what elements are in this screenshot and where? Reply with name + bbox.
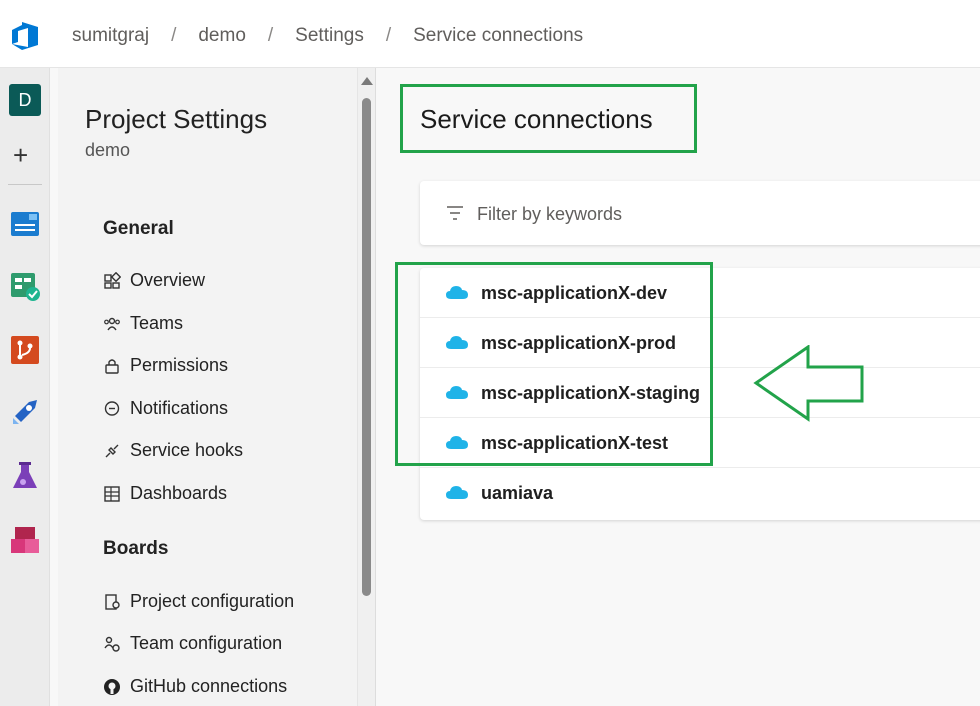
azure-devops-logo-icon[interactable] xyxy=(10,22,40,50)
nav-item-teams[interactable]: Teams xyxy=(103,313,183,334)
project-config-icon xyxy=(105,593,120,610)
nav-item-service-hooks[interactable]: Service hooks xyxy=(103,440,243,461)
nav-item-dashboards[interactable]: Dashboards xyxy=(103,483,227,504)
overview-icon[interactable] xyxy=(9,208,41,240)
general-heading: General xyxy=(103,218,174,239)
nav-item-label: Notifications xyxy=(130,398,229,418)
artifacts-icon[interactable] xyxy=(9,524,41,556)
left-arrow-annotation-icon xyxy=(753,345,864,422)
breadcrumb-project[interactable]: demo xyxy=(198,25,246,47)
nav-item-github-connections[interactable]: GitHub connections xyxy=(103,676,287,697)
nav-item-label: Service hooks xyxy=(130,440,244,460)
breadcrumb-separator: / xyxy=(385,25,392,46)
project-settings-sidebar: Project Settings demo General Overview T… xyxy=(58,68,358,706)
team-config-icon xyxy=(104,636,120,652)
nav-item-permissions[interactable]: Permissions xyxy=(103,355,228,376)
nav-item-overview[interactable]: Overview xyxy=(103,270,205,291)
nav-item-label: Dashboards xyxy=(130,483,228,503)
boards-icon[interactable] xyxy=(9,270,41,302)
breadcrumb-current[interactable]: Service connections xyxy=(413,25,583,47)
sidebar-scrollbar[interactable] xyxy=(358,68,376,706)
nav-item-notifications[interactable]: Notifications xyxy=(103,398,228,419)
chat-bubble-icon xyxy=(104,400,120,416)
pipelines-icon[interactable] xyxy=(9,396,41,428)
overview-icon xyxy=(104,271,121,289)
breadcrumb-settings[interactable]: Settings xyxy=(295,25,364,47)
nav-item-label: Teams xyxy=(130,313,184,333)
plug-icon xyxy=(105,444,119,457)
filter-input[interactable]: Filter by keywords xyxy=(477,204,622,225)
boards-heading: Boards xyxy=(103,538,169,559)
breadcrumb: sumitgraj / demo / Settings / Service co… xyxy=(72,25,583,47)
filter-bar[interactable]: Filter by keywords xyxy=(420,181,980,245)
connection-name: uamiava xyxy=(481,483,554,503)
nav-item-project-configuration[interactable]: Project configuration xyxy=(103,591,294,612)
nav-item-team-configuration[interactable]: Team configuration xyxy=(103,633,282,654)
nav-item-label: Overview xyxy=(130,270,206,290)
cloud-icon xyxy=(446,486,468,499)
project-avatar[interactable]: D xyxy=(9,84,41,116)
sidebar-subtitle: demo xyxy=(85,140,131,160)
breadcrumb-separator: / xyxy=(267,25,274,46)
repos-icon[interactable] xyxy=(9,334,41,366)
nav-item-label: Team configuration xyxy=(130,633,283,653)
scroll-up-icon[interactable] xyxy=(361,77,373,85)
dashboard-icon xyxy=(104,485,120,502)
top-bar: sumitgraj / demo / Settings / Service co… xyxy=(0,0,980,68)
nav-item-label: Project configuration xyxy=(130,591,295,611)
rail-divider xyxy=(8,184,42,185)
breadcrumb-org[interactable]: sumitgraj xyxy=(72,25,149,47)
list-item[interactable]: uamiava xyxy=(420,468,980,518)
test-plans-icon[interactable] xyxy=(9,460,41,492)
nav-item-label: Permissions xyxy=(130,355,229,375)
github-icon xyxy=(104,678,120,695)
page-title: Service connections xyxy=(420,104,653,134)
lock-icon xyxy=(105,358,119,374)
connections-highlight-box xyxy=(395,262,713,466)
sidebar-title: Project Settings xyxy=(85,104,268,134)
scrollbar-thumb[interactable] xyxy=(362,98,371,596)
left-rail: D + xyxy=(0,68,50,706)
add-icon[interactable]: + xyxy=(13,142,28,168)
teams-icon xyxy=(104,317,120,330)
nav-item-label: GitHub connections xyxy=(130,676,288,696)
breadcrumb-separator: / xyxy=(171,25,177,46)
filter-icon xyxy=(447,206,463,220)
